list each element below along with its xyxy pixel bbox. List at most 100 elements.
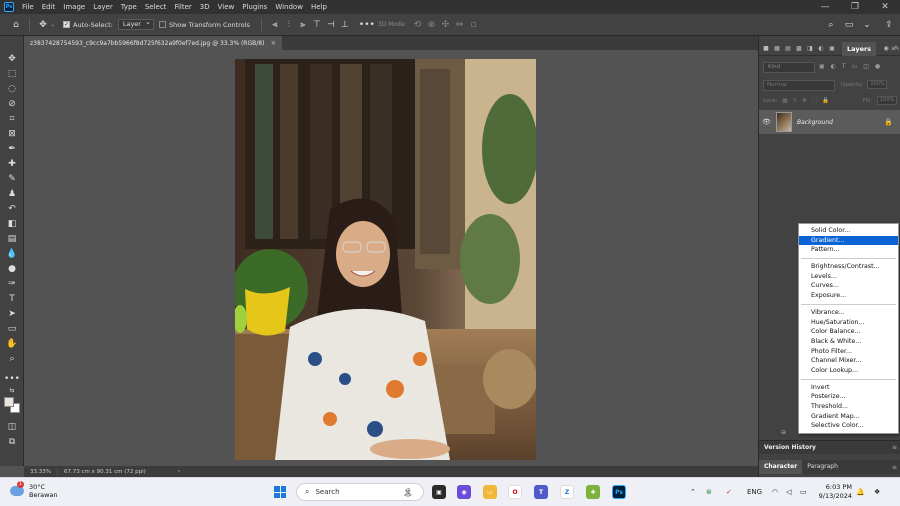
canvas-area[interactable] <box>24 50 758 464</box>
tab-layers[interactable]: Layers <box>842 41 877 56</box>
panel-menu-icon[interactable]: ≡ <box>892 464 897 471</box>
panel-menu-icon[interactable]: ≡ <box>891 45 896 52</box>
color-panel-icon[interactable]: ■ <box>762 45 770 53</box>
menu-item-pattern[interactable]: Pattern... <box>799 245 898 255</box>
layer-filter-kind[interactable]: Kind <box>763 62 815 73</box>
eyedropper-tool-icon[interactable]: ✒ <box>5 142 19 155</box>
color-swatches[interactable] <box>4 397 20 413</box>
3d-scale-icon[interactable]: ▫ <box>467 18 481 32</box>
foreground-color-swatch[interactable] <box>4 397 14 407</box>
swap-colors-icon[interactable]: ⇆ <box>5 384 19 397</box>
task-view-icon[interactable]: ▣ <box>432 485 446 499</box>
menu-item-gradient-map[interactable]: Gradient Map... <box>799 412 898 422</box>
zoom-tool-icon[interactable]: ⌕ <box>5 352 19 365</box>
marquee-tool-icon[interactable]: ⬚ <box>5 67 19 80</box>
menu-item-black-white[interactable]: Black & White... <box>799 337 898 347</box>
battery-icon[interactable]: ▭ <box>800 488 807 496</box>
gradient-tool-icon[interactable]: ▤ <box>5 232 19 245</box>
3d-orbit-icon[interactable]: ⟲ <box>411 18 425 32</box>
version-history-panel[interactable]: Version History ≡ <box>759 440 900 454</box>
eraser-tool-icon[interactable]: ◧ <box>5 217 19 230</box>
start-button[interactable] <box>274 486 286 498</box>
menu-item-photo-filter[interactable]: Photo Filter... <box>799 347 898 357</box>
share-icon[interactable]: ⇪ <box>882 18 896 32</box>
object-selection-tool-icon[interactable]: ⊘ <box>5 97 19 110</box>
align-left-icon[interactable]: ⫷ <box>268 18 282 32</box>
file-explorer-icon[interactable]: ▭ <box>483 485 497 499</box>
healing-brush-tool-icon[interactable]: ✚ <box>5 157 19 170</box>
layer-row-background[interactable]: 👁 Background 🔒 <box>759 110 900 134</box>
dodge-tool-icon[interactable]: ● <box>5 262 19 275</box>
align-top-icon[interactable]: ⊤ <box>310 18 324 32</box>
adjustments-panel-icon[interactable]: ◐ <box>817 45 825 53</box>
clone-stamp-tool-icon[interactable]: ♟ <box>5 187 19 200</box>
align-middle-icon[interactable]: ⊣ <box>324 18 338 32</box>
wifi-icon[interactable]: ◠ <box>772 488 778 496</box>
3d-roll-icon[interactable]: ⊛ <box>425 18 439 32</box>
app-icon[interactable]: ✚ <box>586 485 600 499</box>
language-indicator[interactable]: ENG <box>747 488 762 496</box>
lock-artboard-icon[interactable]: ⬚ <box>812 98 817 104</box>
tray-overflow-icon[interactable]: ⌃ <box>690 488 696 496</box>
align-right-icon[interactable]: ⫸ <box>296 18 310 32</box>
document-tab[interactable]: z3837428754593_c9cc9a7bb5966f8d725f632a9… <box>24 36 283 50</box>
lock-all-icon[interactable]: 🔒 <box>822 98 829 104</box>
photoshop-logo-icon[interactable]: Ps <box>4 2 14 12</box>
menu-item-posterize[interactable]: Posterize... <box>799 392 898 402</box>
chevron-down-icon[interactable]: ⌄ <box>50 21 55 28</box>
photoshop-taskbar-icon[interactable]: Ps <box>612 485 626 499</box>
opera-icon[interactable]: O <box>508 485 522 499</box>
menu-type[interactable]: Type <box>117 0 141 14</box>
lock-transparency-icon[interactable]: ▩ <box>782 98 787 104</box>
panel-menu-icon[interactable]: ≡ <box>892 441 897 455</box>
menu-window[interactable]: Window <box>271 0 307 14</box>
chevron-down-icon[interactable]: ⌄ <box>860 18 874 32</box>
filter-smart-object-icon[interactable]: ◫ <box>863 63 869 70</box>
filter-shape-icon[interactable]: ▭ <box>852 63 858 70</box>
properties-panel-icon[interactable]: ◨ <box>806 45 814 53</box>
menu-select[interactable]: Select <box>141 0 171 14</box>
more-options-icon[interactable]: ••• <box>359 18 375 32</box>
tray-antivirus-icon[interactable]: ✓ <box>726 488 732 496</box>
copilot-icon[interactable]: ❖ <box>874 488 880 496</box>
menu-edit[interactable]: Edit <box>38 0 60 14</box>
align-bottom-icon[interactable]: ⊥ <box>338 18 352 32</box>
blur-tool-icon[interactable]: 💧 <box>5 247 19 260</box>
menu-item-solid-color[interactable]: Solid Color... <box>799 226 898 236</box>
menu-item-curves[interactable]: Curves... <box>799 281 898 291</box>
maximize-button[interactable]: ❐ <box>840 0 870 14</box>
menu-file[interactable]: File <box>18 0 38 14</box>
menu-3d[interactable]: 3D <box>196 0 214 14</box>
zoom-level[interactable]: 33.33% <box>24 468 58 475</box>
patterns-panel-icon[interactable]: ▩ <box>795 45 803 53</box>
hand-tool-icon[interactable]: ✋ <box>5 337 19 350</box>
libraries-panel-icon[interactable]: ▣ <box>828 45 836 53</box>
brush-tool-icon[interactable]: ✎ <box>5 172 19 185</box>
minimize-button[interactable]: — <box>810 0 840 14</box>
path-selection-tool-icon[interactable]: ➤ <box>5 307 19 320</box>
close-window-button[interactable]: ✕ <box>870 0 900 14</box>
move-tool-icon[interactable]: ✥ <box>5 52 19 65</box>
zalo-icon[interactable]: Z <box>560 485 574 499</box>
fill-input[interactable]: 100% <box>877 96 897 105</box>
workspace-icon[interactable]: ▭ <box>842 18 856 32</box>
tab-character[interactable]: Character <box>759 460 803 474</box>
3d-pan-icon[interactable]: ✣ <box>439 18 453 32</box>
layer-name[interactable]: Background <box>797 119 833 126</box>
teams-chat-icon[interactable]: ◉ <box>457 485 471 499</box>
tray-app-icon[interactable]: ⊛ <box>706 488 712 496</box>
menu-item-vibrance[interactable]: Vibrance... <box>799 308 898 318</box>
menu-item-channel-mixer[interactable]: Channel Mixer... <box>799 356 898 366</box>
visibility-eye-icon[interactable]: 👁 <box>762 118 774 126</box>
home-icon[interactable]: ⌂ <box>9 18 23 32</box>
taskbar-clock[interactable]: 6:03 PM 9/13/2024 <box>812 483 852 501</box>
menu-view[interactable]: View <box>214 0 239 14</box>
menu-filter[interactable]: Filter <box>170 0 195 14</box>
layer-lock-icon[interactable]: 🔒 <box>884 118 893 126</box>
menu-item-invert[interactable]: Invert <box>799 383 898 393</box>
status-chevron-icon[interactable]: › <box>178 468 180 475</box>
menu-image[interactable]: Image <box>59 0 89 14</box>
menu-help[interactable]: Help <box>307 0 331 14</box>
opacity-input[interactable]: 100% <box>867 80 888 89</box>
rectangle-tool-icon[interactable]: ▭ <box>5 322 19 335</box>
